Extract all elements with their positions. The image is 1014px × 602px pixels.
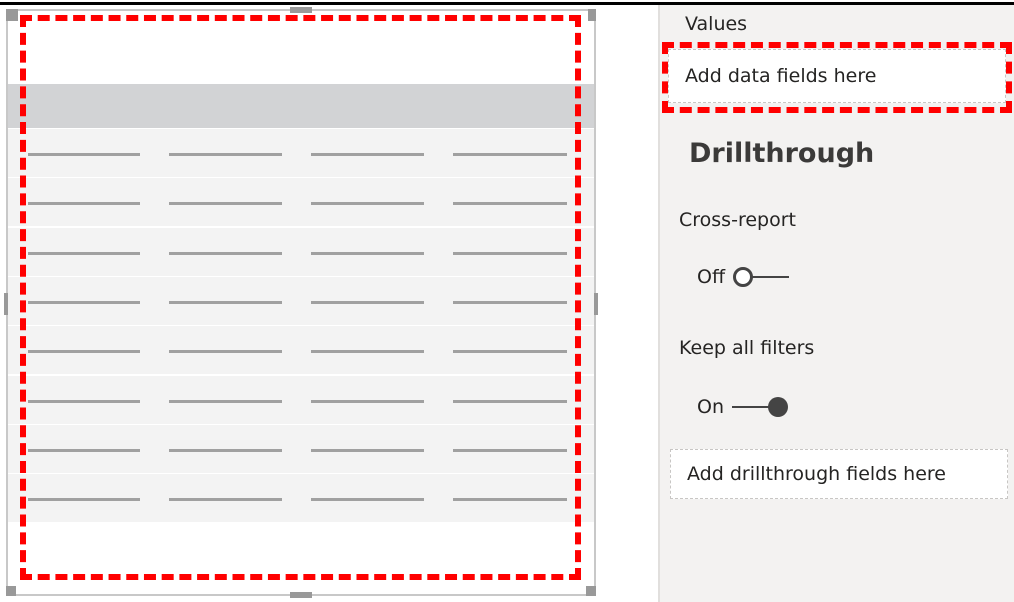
keep-all-filters-state: On	[697, 396, 724, 418]
resize-handle-bottom-right[interactable]	[586, 586, 596, 596]
resize-handle-top-right[interactable]	[588, 9, 596, 21]
toggle-off-icon	[733, 267, 790, 287]
resize-handle-bottom-left[interactable]	[6, 586, 16, 596]
highlight-table-visual	[20, 15, 581, 580]
cross-report-toggle[interactable]: Off	[697, 266, 790, 288]
cross-report-state: Off	[697, 266, 726, 288]
drillthrough-title: Drillthrough	[689, 138, 875, 169]
resize-handle-top[interactable]	[290, 7, 312, 13]
values-label: Values	[685, 13, 748, 35]
fields-pane: Values Add data fields here Drillthrough…	[658, 5, 1014, 602]
resize-handle-top-left[interactable]	[6, 9, 18, 21]
toggle-on-icon	[732, 397, 788, 417]
keep-all-filters-label: Keep all filters	[679, 337, 815, 359]
keep-all-filters-toggle[interactable]: On	[697, 396, 788, 418]
highlight-values-well	[662, 42, 1012, 113]
cross-report-label: Cross-report	[679, 209, 796, 231]
resize-handle-bottom[interactable]	[290, 592, 312, 598]
drillthrough-field-well[interactable]: Add drillthrough fields here	[670, 449, 1008, 499]
